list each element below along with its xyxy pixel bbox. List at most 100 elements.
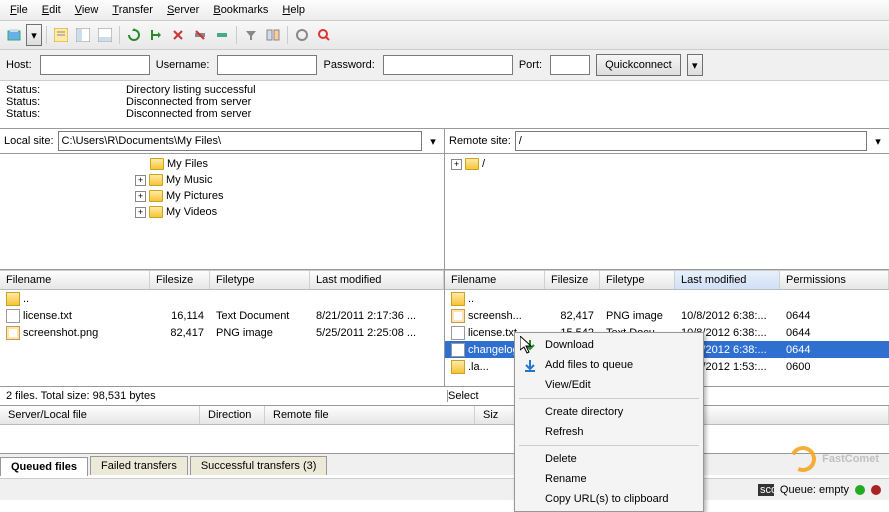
site-bar: Local site: ▾ Remote site: ▾	[0, 129, 889, 154]
file-row[interactable]: license.txt16,114Text Document8/21/2011 …	[0, 307, 444, 324]
col-filename[interactable]: Filename	[0, 271, 150, 289]
local-path-input[interactable]	[58, 131, 422, 151]
menu-bookmarks[interactable]: Bookmarks	[207, 2, 274, 18]
tab-successful[interactable]: Successful transfers (3)	[190, 456, 328, 475]
local-file-list[interactable]: Filename Filesize Filetype Last modified…	[0, 270, 445, 386]
password-input[interactable]	[383, 55, 513, 75]
bottom-statusbar: sco Queue: empty	[0, 478, 889, 500]
status-dot-red	[871, 485, 881, 495]
remote-tree[interactable]: +/	[445, 154, 889, 269]
site-manager-dropdown[interactable]: ▾	[26, 24, 42, 46]
folder-icon	[451, 360, 465, 374]
file-row[interactable]: screensh...82,417PNG image10/8/2012 6:38…	[445, 307, 889, 324]
folder-icon	[149, 174, 163, 186]
quickconnect-button[interactable]: Quickconnect	[596, 54, 681, 76]
queue-tabs: Queued files Failed transfers Successful…	[0, 453, 889, 475]
username-input[interactable]	[217, 55, 317, 75]
file-row[interactable]: ..	[0, 290, 444, 307]
port-label: Port:	[519, 59, 542, 71]
filter-icon[interactable]	[241, 25, 261, 45]
col-filesize[interactable]: Filesize	[150, 271, 210, 289]
remote-path-dropdown[interactable]: ▾	[871, 135, 885, 148]
local-status: 2 files. Total size: 98,531 bytes	[6, 390, 448, 402]
menu-view-edit[interactable]: View/Edit	[517, 375, 701, 395]
file-row[interactable]: ..	[445, 290, 889, 307]
png-icon	[451, 309, 465, 323]
status-bar: 2 files. Total size: 98,531 bytes Select	[0, 387, 889, 406]
log-msg: Disconnected from server	[126, 96, 251, 108]
host-label: Host:	[6, 59, 32, 71]
cancel-icon[interactable]	[168, 25, 188, 45]
port-input[interactable]	[550, 55, 590, 75]
expand-icon[interactable]: +	[135, 175, 146, 186]
local-site-label: Local site:	[4, 135, 54, 147]
menu-create-directory[interactable]: Create directory	[517, 402, 701, 422]
folder-icon	[6, 292, 20, 306]
col-direction[interactable]: Direction	[200, 406, 265, 424]
queue-body[interactable]	[0, 425, 889, 453]
folder-icon	[149, 190, 163, 202]
queue-header: Server/Local file Direction Remote file …	[0, 406, 889, 425]
quickconnect-dropdown[interactable]: ▾	[687, 54, 703, 76]
txt-icon	[451, 343, 465, 357]
refresh-icon[interactable]	[124, 25, 144, 45]
menu-add-files-to-queue[interactable]: Add files to queue	[517, 355, 701, 375]
menu-file[interactable]: File	[4, 2, 34, 18]
find-icon[interactable]	[314, 25, 334, 45]
disconnect-icon[interactable]	[190, 25, 210, 45]
menu-download[interactable]: Download	[517, 335, 701, 355]
context-menu: DownloadAdd files to queueView/Edit Creat…	[514, 332, 704, 512]
tab-queued[interactable]: Queued files	[0, 457, 88, 476]
txt-icon	[6, 309, 20, 323]
tree-panes: My Files +My Music +My Pictures +My Vide…	[0, 154, 889, 270]
col-filesize[interactable]: Filesize	[545, 271, 600, 289]
file-row[interactable]: screenshot.png82,417PNG image5/25/2011 2…	[0, 324, 444, 341]
col-lastmod[interactable]: Last modified	[675, 271, 780, 289]
remote-site-label: Remote site:	[449, 135, 511, 147]
menu-rename[interactable]: Rename	[517, 469, 701, 489]
col-remote-file[interactable]: Remote file	[265, 406, 475, 424]
png-icon	[6, 326, 20, 340]
menu-copy-url-s-to-clipboard[interactable]: Copy URL(s) to clipboard	[517, 489, 701, 509]
local-path-dropdown[interactable]: ▾	[426, 135, 440, 148]
local-tree[interactable]: My Files +My Music +My Pictures +My Vide…	[0, 154, 445, 269]
pass-label: Password:	[323, 59, 374, 71]
toggle-queue-icon[interactable]	[95, 25, 115, 45]
col-filename[interactable]: Filename	[445, 271, 545, 289]
ftp-indicator-icon: sco	[758, 484, 774, 496]
col-filetype[interactable]: Filetype	[600, 271, 675, 289]
expand-icon[interactable]: +	[135, 207, 146, 218]
reconnect-icon[interactable]	[212, 25, 232, 45]
col-permissions[interactable]: Permissions	[780, 271, 889, 289]
log-label: Status:	[6, 108, 126, 120]
site-manager-icon[interactable]	[4, 25, 24, 45]
col-server-file[interactable]: Server/Local file	[0, 406, 200, 424]
col-lastmod[interactable]: Last modified	[310, 271, 444, 289]
sync-browse-icon[interactable]	[292, 25, 312, 45]
menu-transfer[interactable]: Transfer	[106, 2, 159, 18]
user-label: Username:	[156, 59, 210, 71]
expand-icon[interactable]: +	[135, 191, 146, 202]
remote-path-input[interactable]	[515, 131, 867, 151]
log-label: Status:	[6, 96, 126, 108]
menu-help[interactable]: Help	[276, 2, 311, 18]
toggle-log-icon[interactable]	[51, 25, 71, 45]
menu-view[interactable]: View	[69, 2, 105, 18]
process-queue-icon[interactable]	[146, 25, 166, 45]
menu-refresh[interactable]: Refresh	[517, 422, 701, 442]
folder-icon	[451, 292, 465, 306]
download-icon	[522, 338, 538, 354]
menu-server[interactable]: Server	[161, 2, 205, 18]
message-log[interactable]: Status:Directory listing successful Stat…	[0, 81, 889, 129]
tab-failed[interactable]: Failed transfers	[90, 456, 188, 475]
col-filetype[interactable]: Filetype	[210, 271, 310, 289]
menu-edit[interactable]: Edit	[36, 2, 67, 18]
watermark: FastComet	[790, 446, 879, 472]
host-input[interactable]	[40, 55, 150, 75]
toggle-tree-icon[interactable]	[73, 25, 93, 45]
quickconnect-bar: Host: Username: Password: Port: Quickcon…	[0, 50, 889, 81]
menu-delete[interactable]: Delete	[517, 449, 701, 469]
expand-icon[interactable]: +	[451, 159, 462, 170]
log-msg: Disconnected from server	[126, 108, 251, 120]
compare-icon[interactable]	[263, 25, 283, 45]
